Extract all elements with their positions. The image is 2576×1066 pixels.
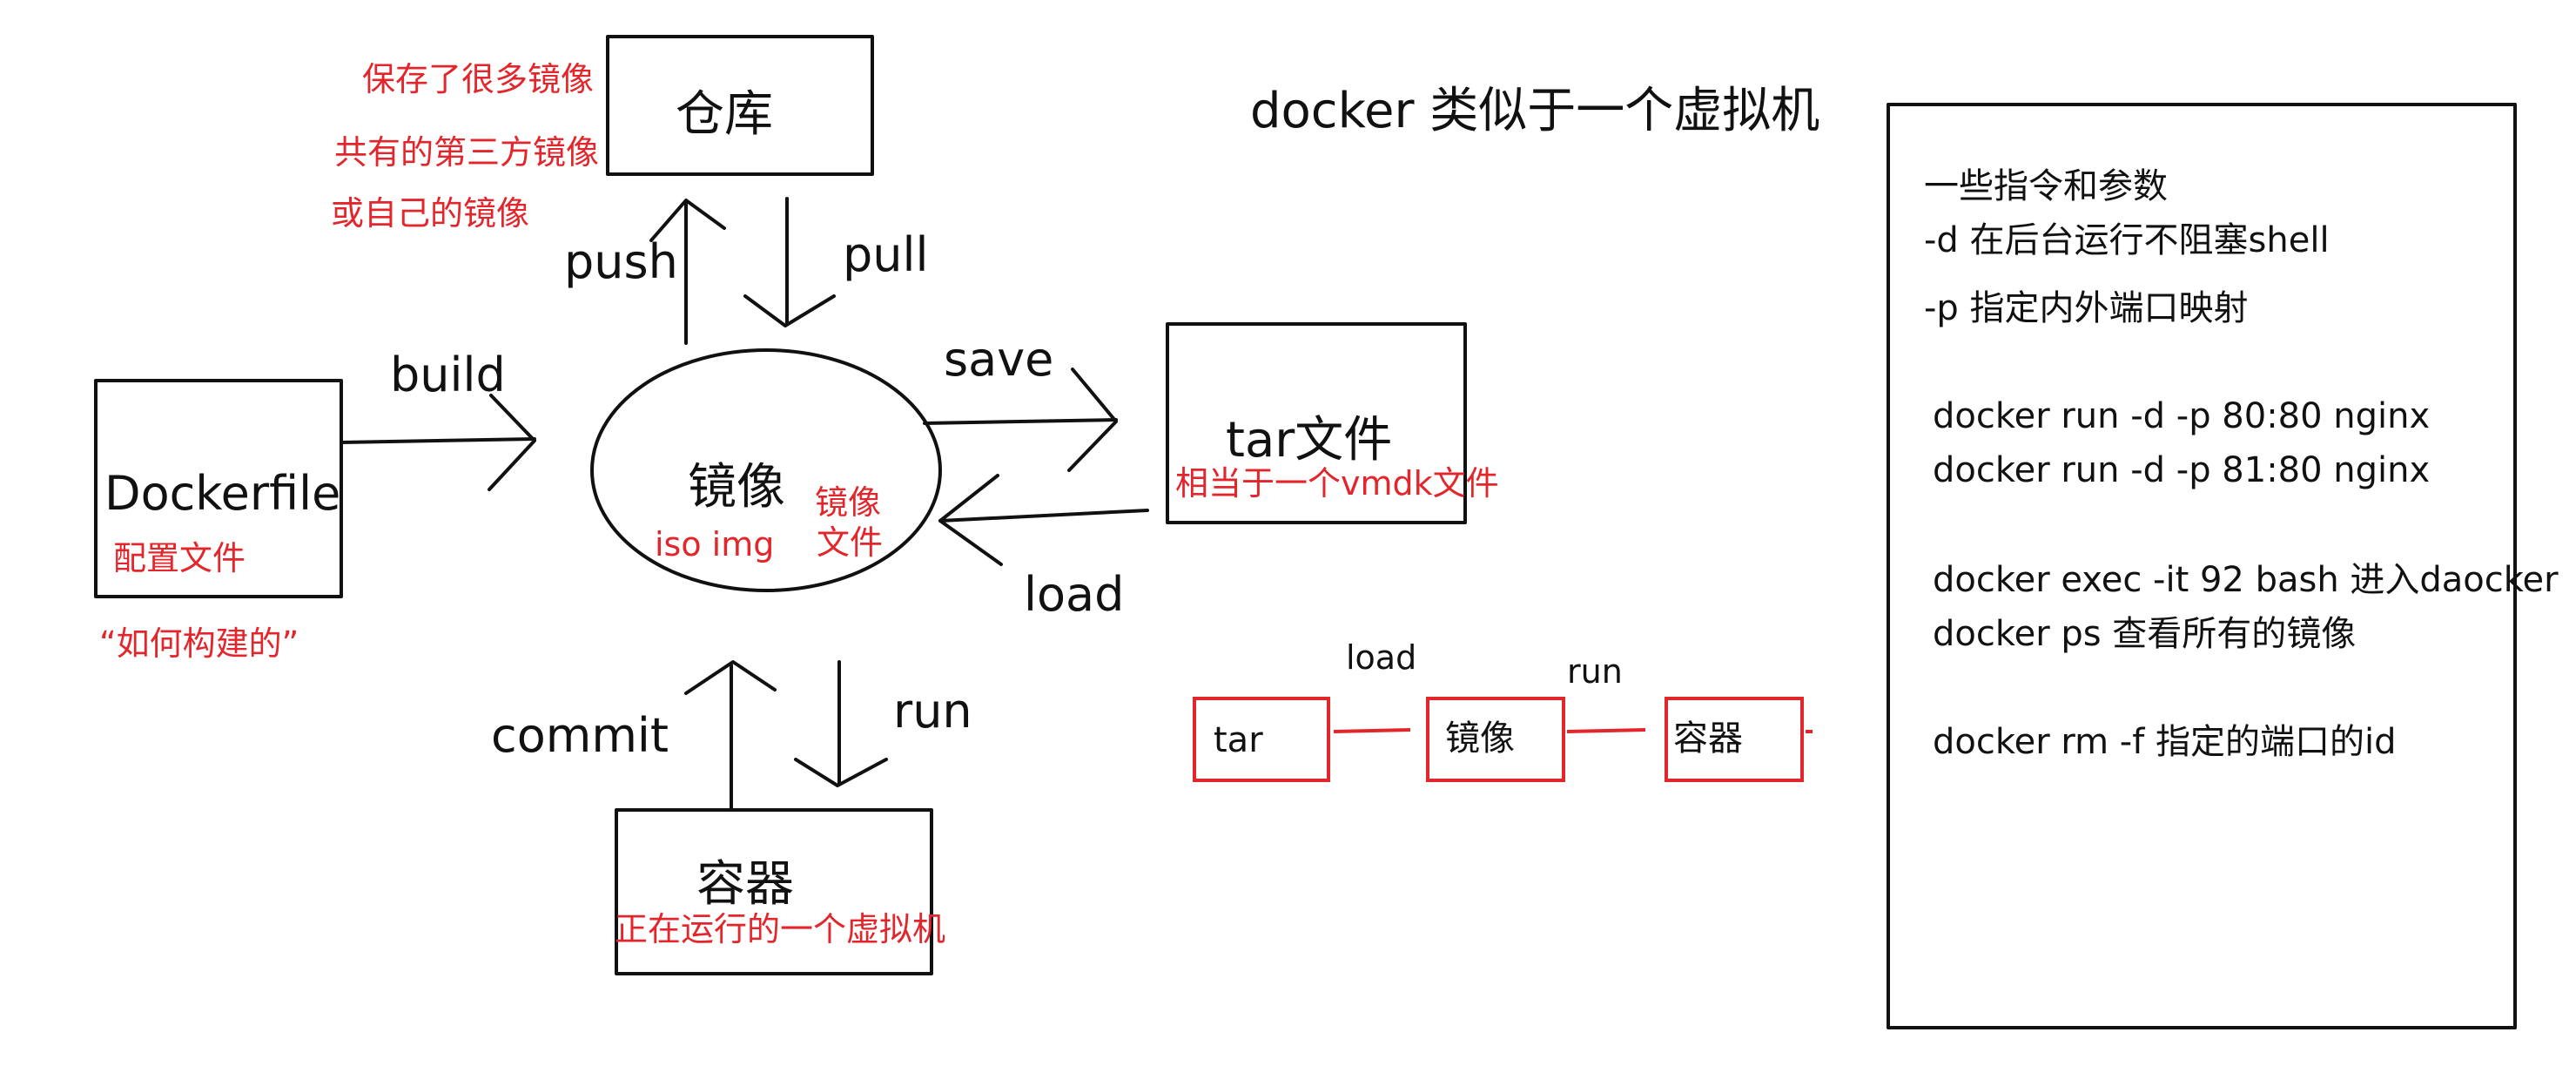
pull-arrowhead bbox=[743, 294, 836, 327]
push-label: push bbox=[564, 234, 678, 289]
command-line: docker exec -it 92 bash 进入daocker bbox=[1933, 560, 2559, 600]
command-line: docker run -d -p 80:80 nginx bbox=[1933, 396, 2431, 436]
flow-load-label: load bbox=[1346, 638, 1417, 677]
dockerfile-note: 配置文件 bbox=[113, 539, 246, 577]
tar-label: tar文件 bbox=[1226, 412, 1393, 469]
warehouse-note: 或自己的镜像 bbox=[331, 194, 530, 233]
run-label: run bbox=[893, 684, 972, 739]
pull-label: pull bbox=[843, 227, 929, 282]
container-label: 容器 bbox=[696, 856, 794, 913]
save-arrow bbox=[923, 418, 1118, 425]
warehouse-note: 保存了很多镜像 bbox=[362, 60, 595, 98]
image-label: 镜像 bbox=[688, 459, 785, 516]
flow-connector-2 bbox=[1566, 728, 1646, 733]
commands-heading: 一些指令和参数 bbox=[1924, 166, 2168, 206]
warehouse-note: 共有的第三方镜像 bbox=[334, 133, 600, 172]
command-line: docker rm -f 指定的端口的id bbox=[1933, 722, 2397, 762]
warehouse-label: 仓库 bbox=[676, 86, 773, 143]
commit-label: commit bbox=[491, 708, 669, 763]
command-line: -p 指定内外端口映射 bbox=[1924, 288, 2249, 328]
load-arrow bbox=[938, 509, 1149, 523]
flow-step-container: 容器 bbox=[1673, 719, 1743, 759]
build-label: build bbox=[390, 347, 506, 402]
container-note: 正在运行的一个虚拟机 bbox=[615, 910, 946, 948]
flow-connector-1 bbox=[1333, 728, 1411, 733]
dockerfile-label: Dockerfile bbox=[104, 466, 341, 521]
flow-run-label: run bbox=[1567, 652, 1623, 691]
image-note-iso: iso img bbox=[655, 525, 775, 563]
build-arrow bbox=[340, 437, 536, 444]
flow-step-tar: tar bbox=[1214, 720, 1263, 760]
command-line: docker run -d -p 81:80 nginx bbox=[1933, 450, 2431, 490]
image-note-file: 镜像 bbox=[815, 483, 882, 522]
command-line: -d 在后台运行不阻塞shell bbox=[1924, 220, 2330, 260]
image-note-file: 文件 bbox=[817, 523, 884, 562]
build-arrowhead bbox=[488, 394, 536, 491]
diagram-title: docker 类似于一个虚拟机 bbox=[1250, 83, 1820, 139]
load-label: load bbox=[1024, 567, 1125, 622]
tar-note: 相当于一个vmdk文件 bbox=[1175, 464, 1499, 503]
save-label: save bbox=[944, 332, 1054, 387]
dockerfile-quote: “如何构建的” bbox=[99, 624, 299, 663]
command-line: docker ps 查看所有的镜像 bbox=[1933, 614, 2357, 654]
flow-step-image: 镜像 bbox=[1445, 719, 1515, 759]
